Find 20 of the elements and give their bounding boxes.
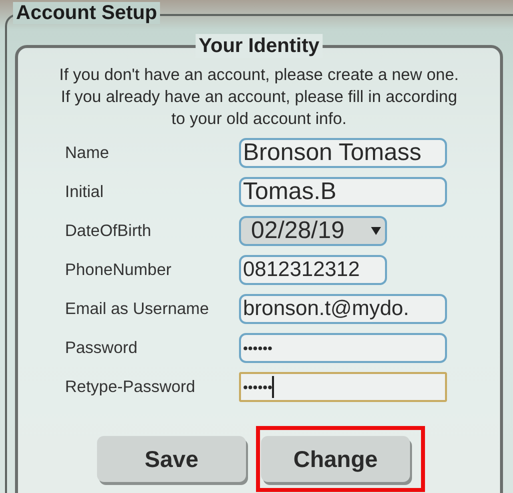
- action-button[interactable]: Save: [97, 436, 246, 482]
- field-label: Password: [65, 338, 138, 358]
- field-label: Retype-Password: [65, 378, 196, 396]
- field-label: Email as Username: [65, 300, 210, 318]
- field-label: PhoneNumber: [65, 260, 172, 280]
- input-field[interactable]: Tomas.B: [239, 177, 447, 207]
- caret-icon: [371, 227, 381, 235]
- action-button[interactable]: Change: [261, 436, 410, 482]
- input-field[interactable]: 0812312312: [239, 255, 387, 285]
- section-title: Your Identity: [196, 34, 322, 58]
- input-field[interactable]: bronson.t@mydo.: [239, 294, 447, 324]
- panel-title: Account Setup: [13, 2, 160, 24]
- field-label: Initial: [65, 182, 105, 202]
- password-field[interactable]: ••••••: [239, 333, 447, 363]
- field-label: DateOfBirth: [65, 222, 152, 240]
- field-label: Name: [65, 144, 110, 162]
- input-field[interactable]: Bronson Tomass: [239, 138, 447, 168]
- password-field[interactable]: ••••••: [239, 372, 447, 402]
- intro-text: If you don't have an account, please create a new one. If you already have an account, please fill in according to your old account info.: [58, 65, 460, 130]
- date-dropdown[interactable]: 02/28/19: [239, 216, 387, 246]
